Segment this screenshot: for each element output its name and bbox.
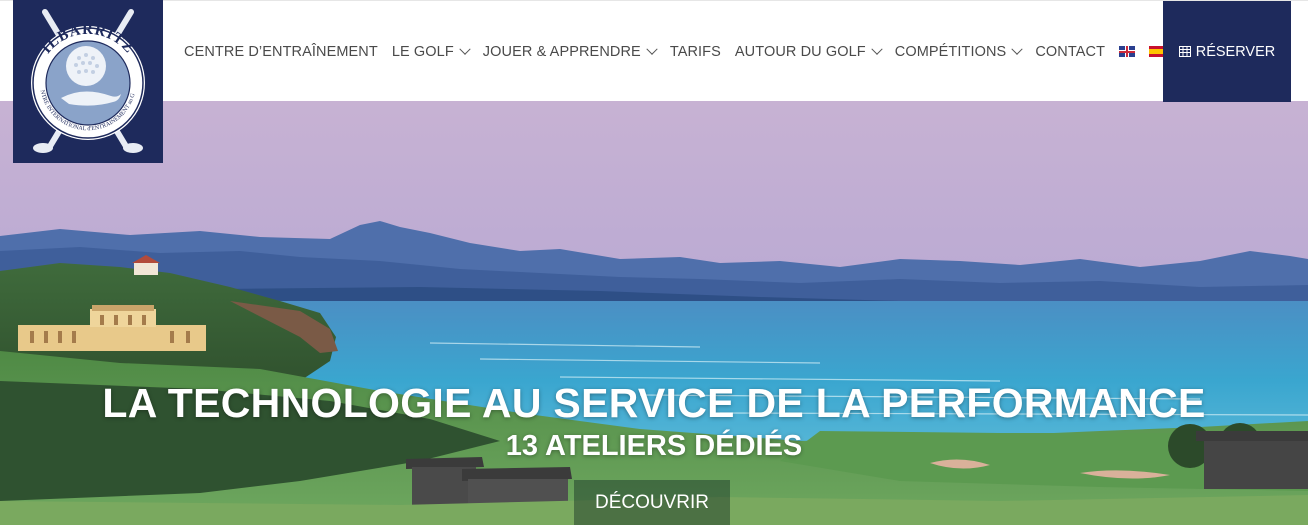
hero-title: LA TECHNOLOGIE AU SERVICE DE LA PERFORMA… — [102, 380, 1206, 426]
site-header: CENTRE D’ENTRAÎNEMENT LE GOLF JOUER & AP… — [0, 0, 1308, 102]
chevron-down-icon — [871, 43, 883, 55]
main-nav: CENTRE D’ENTRAÎNEMENT LE GOLF JOUER & AP… — [184, 1, 1179, 102]
discover-button[interactable]: DÉCOUVRIR — [574, 480, 730, 525]
nav-item-jouer-apprendre[interactable]: JOUER & APPRENDRE — [483, 43, 658, 60]
hero-subtitle: 13 ATELIERS DÉDIÉS — [505, 430, 803, 462]
nav-item-tarifs[interactable]: TARIFS — [670, 44, 721, 60]
hero-banner: LA TECHNOLOGIE AU SERVICE DE LA PERFORMA… — [0, 101, 1308, 525]
site-logo[interactable]: ILBARRITZ CENTRE INTERNATIONAL d'ENTRAÎN… — [11, 0, 163, 163]
nav-item-contact[interactable]: CONTACT — [1035, 44, 1105, 60]
chevron-down-icon — [459, 43, 471, 55]
nav-item-autour-du-golf[interactable]: AUTOUR DU GOLF — [735, 43, 883, 60]
english-flag-icon[interactable] — [1119, 46, 1136, 57]
chevron-down-icon — [646, 43, 658, 55]
reserve-button[interactable]: RÉSERVER — [1163, 1, 1291, 102]
calendar-icon — [1178, 46, 1191, 57]
chevron-down-icon — [1011, 43, 1023, 55]
golf-club-logo-icon: ILBARRITZ CENTRE INTERNATIONAL d'ENTRAÎN… — [11, 0, 145, 153]
nav-item-centre-entrainement[interactable]: CENTRE D’ENTRAÎNEMENT — [184, 44, 378, 60]
nav-item-competitions[interactable]: COMPÉTITIONS — [895, 43, 1023, 60]
nav-item-le-golf[interactable]: LE GOLF — [392, 43, 471, 60]
